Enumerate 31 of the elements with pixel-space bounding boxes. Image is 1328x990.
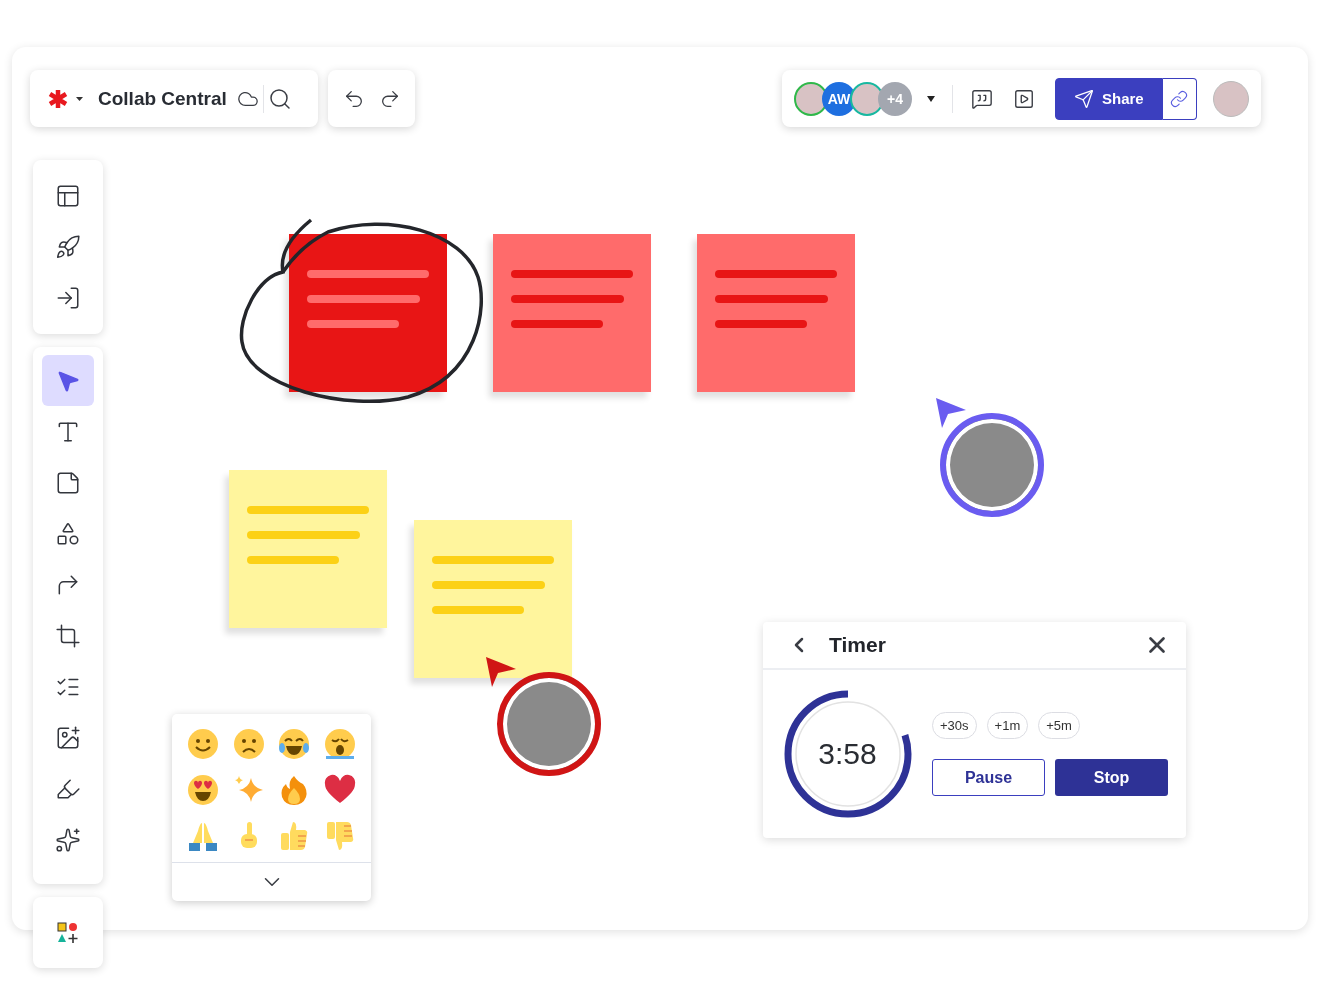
laughing-tears-face-icon[interactable] [278,728,311,760]
rocket-icon [55,234,81,260]
add-time-button[interactable]: +30s [932,712,977,739]
asterisk-logo-icon[interactable] [48,88,84,109]
heart-icon[interactable] [324,774,357,806]
crying-face-icon[interactable] [324,728,357,760]
send-icon [1074,88,1094,109]
board-title: Collab Central [98,87,227,110]
sign-in-icon [55,285,81,311]
stop-button[interactable]: Stop [1055,759,1168,796]
sticky-note-icon [55,469,81,496]
image-icon [55,724,81,751]
caret-icon[interactable] [926,94,936,103]
share-button[interactable]: Share [1055,77,1163,120]
smiling-face-icon[interactable] [186,728,219,760]
layout-icon [55,183,81,209]
shapes-icon [55,520,81,547]
sparkles-icon [55,826,81,853]
timer-time: 3:58 [818,737,877,771]
link-button[interactable] [1162,77,1197,120]
crop-icon [55,622,81,649]
timer-title: Timer [829,633,887,657]
pause-button[interactable]: Pause [932,759,1045,796]
frowning-face-icon[interactable] [232,728,265,760]
heart-eyes-face-icon[interactable] [186,774,219,806]
add-time-button[interactable]: +5m [1038,712,1080,739]
shapes-icon [57,921,79,944]
folded-hands-icon[interactable] [186,820,219,852]
select-tool[interactable] [42,355,94,406]
link-icon [1170,89,1189,108]
add-time-button[interactable]: +1m [986,712,1029,739]
